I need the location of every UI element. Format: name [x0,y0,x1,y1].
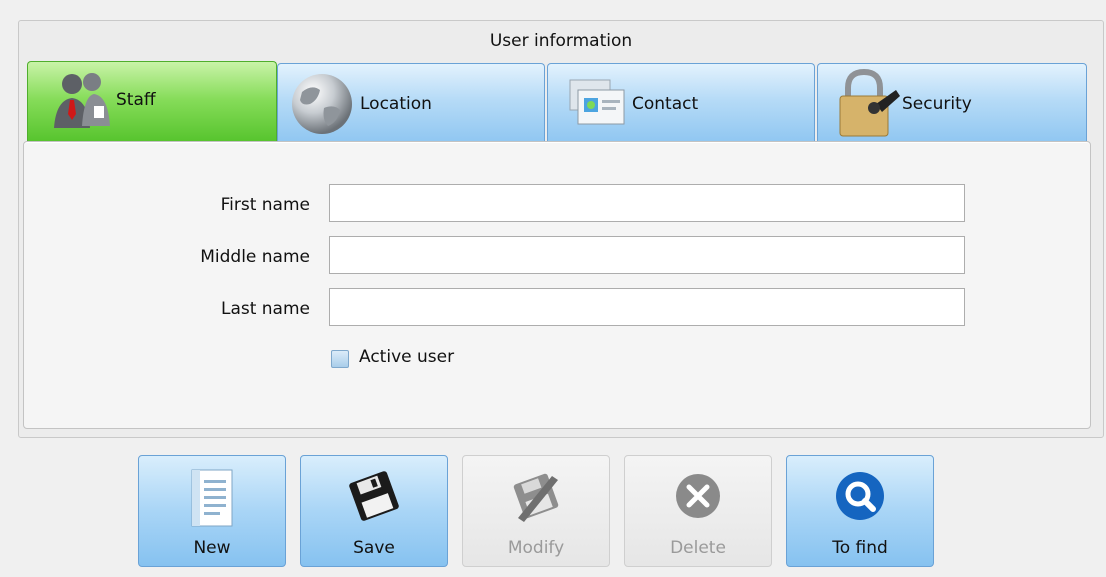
last-name-label: Last name [220,299,310,319]
delete-button-label: Delete [670,538,726,558]
tab-contact-label: Contact [632,94,699,114]
tab-staff[interactable]: Staff [27,61,277,145]
tab-contact[interactable]: Contact [547,63,815,143]
delete-x-icon [676,474,720,518]
document-icon [191,469,233,527]
globe-icon [288,70,356,143]
first-name-input[interactable] [329,184,965,222]
delete-button[interactable]: Delete [624,455,772,567]
save-button[interactable]: Save [300,455,448,567]
tab-location[interactable]: Location [277,63,545,143]
contact-card-icon [568,76,626,133]
modify-button-label: Modify [507,538,565,558]
new-button-label: New [193,538,231,558]
find-button[interactable]: To find [786,455,934,567]
search-icon [836,472,884,520]
padlock-icon [836,68,902,143]
middle-name-label: Middle name [200,247,310,267]
save-button-label: Save [353,538,395,558]
group-title: User information [489,31,633,51]
user-information-group: User information Staff Location Contact … [18,20,1104,438]
tab-staff-label: Staff [116,90,156,110]
modify-button[interactable]: Modify [462,455,610,567]
floppy-disk-icon [349,471,399,521]
tab-security-label: Security [902,94,972,114]
middle-name-input[interactable] [329,236,965,274]
edit-icon [513,473,559,522]
first-name-label: First name [220,195,310,215]
tab-location-label: Location [360,94,432,114]
find-button-label: To find [832,538,888,558]
active-user-label[interactable]: Active user [359,347,454,367]
staff-panel: First name Middle name Last name Active … [23,141,1091,429]
staff-icon [50,70,114,135]
new-button[interactable]: New [138,455,286,567]
tab-security[interactable]: Security [817,63,1087,143]
last-name-input[interactable] [329,288,965,326]
active-user-checkbox[interactable] [331,350,349,368]
